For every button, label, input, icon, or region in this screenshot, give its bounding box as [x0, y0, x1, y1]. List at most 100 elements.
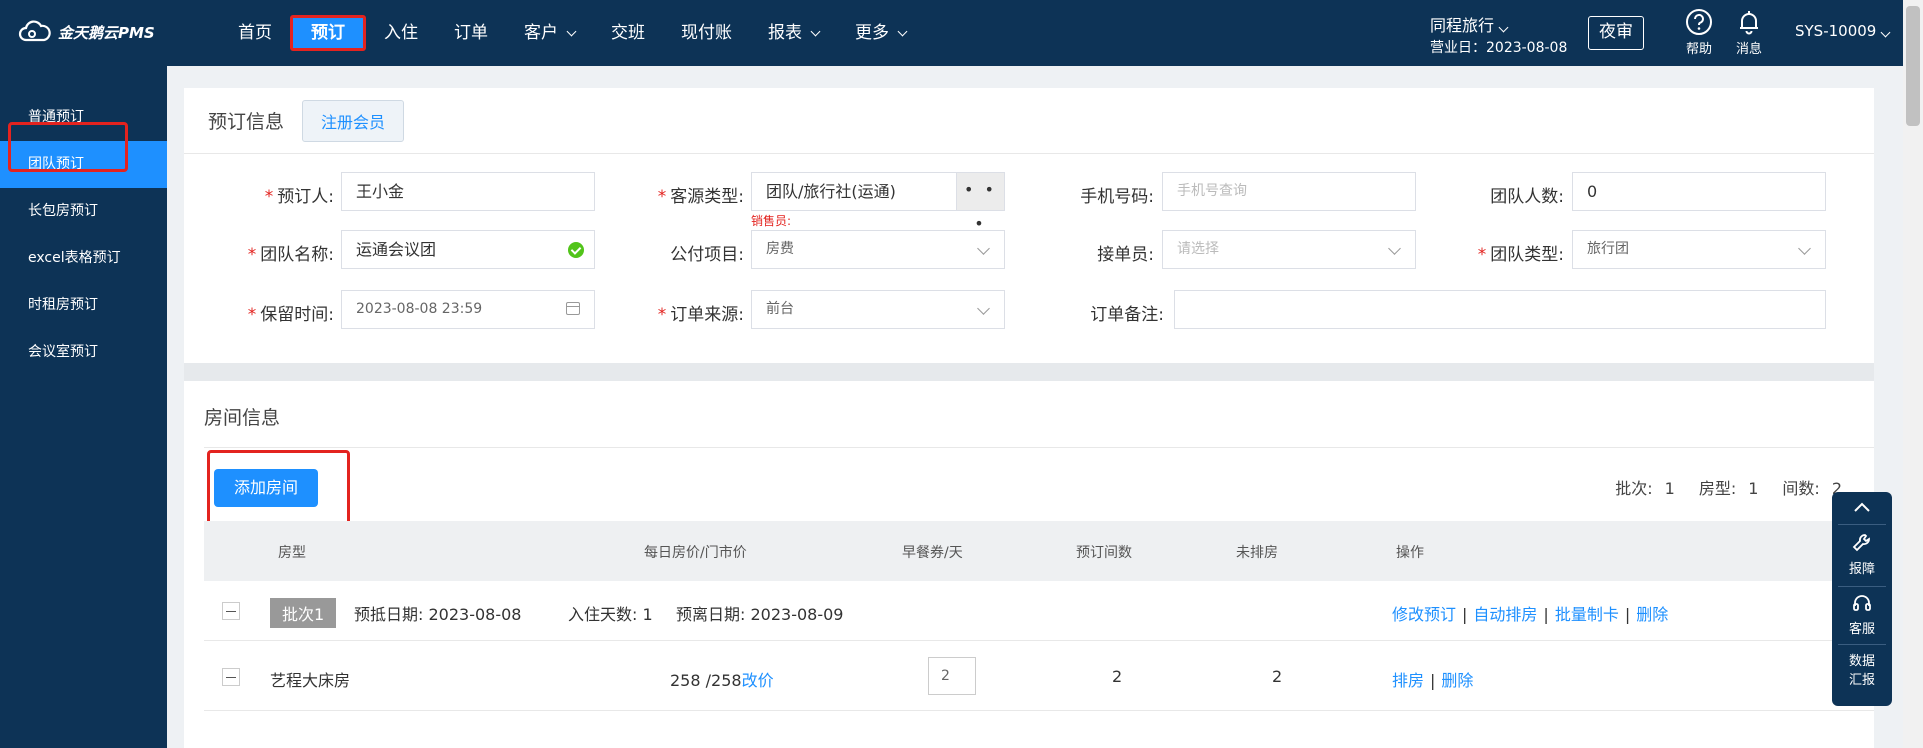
unassigned-count: 2: [1272, 667, 1283, 686]
change-price-link[interactable]: 改价: [742, 671, 774, 690]
app-logo[interactable]: 金天鹅云PMS: [18, 20, 155, 44]
nav-orders-label: 订单: [454, 23, 488, 43]
modify-booking-link[interactable]: 修改预订: [1392, 605, 1456, 624]
room-table-header: 房型 每日房价/门市价 早餐券/天 预订间数 未排房 操作: [204, 521, 1874, 581]
column-header-room-type: 房型: [278, 545, 306, 561]
source-type-label-text: 客源类型:: [670, 187, 744, 207]
main-nav: 首页 预订 入住 订单 客户 交班 现付账 报表 更多: [220, 0, 924, 66]
batch-stat: 批次: 1: [1615, 475, 1687, 499]
nav-cash-account-label: 现付账: [681, 23, 732, 43]
nav-booking[interactable]: 预订: [290, 15, 366, 51]
sidebar-item-long-stay-booking[interactable]: 长包房预订: [0, 188, 167, 235]
order-source-value: 前台: [766, 301, 794, 317]
booked-room-count: 2: [1112, 667, 1123, 686]
nav-more[interactable]: 更多: [837, 15, 924, 51]
hold-time-label: * 保留时间:: [247, 305, 334, 325]
receiver-select[interactable]: 请选择: [1162, 230, 1416, 269]
source-type-field[interactable]: 团队/旅行社(运通) • • •: [751, 172, 1005, 233]
hotel-selector[interactable]: 同程旅行: [1430, 12, 1509, 36]
column-header-unassigned: 未排房: [1236, 545, 1278, 561]
nav-customers[interactable]: 客户: [506, 15, 593, 51]
sales-label: 销售员:: [751, 214, 792, 228]
divider: [1838, 586, 1886, 587]
remark-input[interactable]: [1174, 290, 1826, 329]
chevron-up-icon: [1854, 502, 1870, 512]
order-source-label-text: 订单来源:: [670, 305, 744, 325]
sidebar-item-hourly-booking[interactable]: 时租房预订: [0, 282, 167, 329]
delete-room-link[interactable]: 删除: [1441, 671, 1473, 690]
scroll-top-button[interactable]: [1832, 500, 1892, 518]
stay-days: 入住天数: 1: [568, 605, 653, 624]
team-type-select[interactable]: 旅行团: [1572, 230, 1826, 269]
app-logo-text: 金天鹅云PMS: [58, 23, 155, 42]
sidebar-item-group-booking[interactable]: 团队预订: [0, 141, 167, 188]
auto-assign-link[interactable]: 自动排房: [1473, 605, 1537, 624]
nav-more-label: 更多: [855, 23, 889, 43]
column-header-booked-rooms: 预订间数: [1076, 545, 1132, 561]
sidebar: 普通预订 团队预订 长包房预订 excel表格预订 时租房预订 会议室预订: [0, 66, 167, 748]
collapse-icon[interactable]: [222, 602, 240, 620]
booking-info-panel: 预订信息 注册会员 * 预订人: 王小金 * 客源类型: 团队/旅行社(运通) • …: [184, 88, 1874, 363]
wrench-icon: [1852, 534, 1870, 552]
nav-reports-label: 报表: [768, 23, 802, 43]
floating-toolbar: 报障 客服 数据汇报: [1832, 492, 1892, 706]
register-member-button[interactable]: 注册会员: [302, 99, 405, 142]
team-size-input[interactable]: 0: [1572, 172, 1826, 211]
team-size-label: 团队人数:: [1490, 187, 1564, 207]
remark-label: 订单备注:: [1090, 305, 1164, 325]
nav-orders[interactable]: 订单: [436, 15, 506, 51]
chevron-down-icon: [977, 242, 990, 255]
room-type-stat-value: 1: [1748, 479, 1759, 498]
room-type-name: 艺程大床房: [270, 671, 351, 690]
report-issue-button[interactable]: 报障: [1832, 532, 1892, 577]
nav-reports[interactable]: 报表: [750, 15, 837, 51]
scrollbar-thumb[interactable]: [1906, 6, 1920, 126]
order-source-select[interactable]: 前台: [751, 290, 1005, 329]
booking-info-header: 预订信息 注册会员: [184, 88, 1874, 154]
report-issue-label: 报障: [1848, 562, 1875, 577]
assign-room-link[interactable]: 排房: [1392, 671, 1424, 690]
booker-label-text: 预订人:: [277, 187, 334, 207]
source-type-value: 团队/旅行社(运通): [766, 182, 896, 201]
divider: [1838, 644, 1886, 645]
source-type-label: * 客源类型:: [657, 187, 744, 207]
room-type-stat-label: 房型:: [1698, 479, 1737, 498]
night-audit-button[interactable]: 夜审: [1588, 16, 1644, 50]
hold-time-picker[interactable]: 2023-08-08 23:59: [341, 290, 595, 329]
nav-home[interactable]: 首页: [220, 15, 290, 51]
room-info-title: 房间信息: [204, 407, 281, 429]
departure-date: 预离日期: 2023-08-09: [676, 605, 844, 624]
booker-input[interactable]: 王小金: [341, 172, 595, 211]
customer-service-button[interactable]: 客服: [1832, 592, 1892, 637]
sidebar-item-excel-booking[interactable]: excel表格预订: [0, 235, 167, 282]
data-report-button[interactable]: 数据汇报: [1832, 652, 1892, 690]
batch-make-card-link[interactable]: 批量制卡: [1555, 605, 1619, 624]
messages-button[interactable]: 消息: [1729, 8, 1769, 57]
nav-cash-account[interactable]: 现付账: [663, 15, 750, 51]
room-type-stat: 房型: 1: [1699, 475, 1771, 499]
team-name-input[interactable]: 运通会议团: [341, 230, 595, 269]
payment-item-label: 公付项目:: [670, 245, 744, 265]
collapse-icon[interactable]: [222, 668, 240, 686]
nav-checkin[interactable]: 入住: [366, 15, 436, 51]
chevron-down-icon: [1388, 242, 1401, 255]
help-button[interactable]: 帮助: [1679, 8, 1719, 57]
team-type-label-text: 团队类型:: [1490, 245, 1564, 265]
payment-item-select[interactable]: 房费: [751, 230, 1005, 269]
more-options-button[interactable]: • • •: [956, 173, 1004, 233]
room-actions: 排房 | 删除: [1392, 671, 1474, 690]
delete-batch-link[interactable]: 删除: [1636, 605, 1668, 624]
cloud-logo-icon: [18, 20, 51, 42]
receiver-label: 接单员:: [1097, 245, 1154, 265]
add-room-button[interactable]: 添加房间: [214, 469, 318, 507]
sidebar-item-normal-booking[interactable]: 普通预订: [0, 94, 167, 141]
nav-shift[interactable]: 交班: [593, 15, 663, 51]
phone-search-input[interactable]: 手机号查询: [1162, 172, 1416, 211]
sidebar-item-meeting-room-booking[interactable]: 会议室预订: [0, 329, 167, 376]
user-menu[interactable]: SYS-10009: [1795, 22, 1891, 40]
order-source-label: * 订单来源:: [657, 305, 744, 325]
room-price-value: 258 /258: [670, 671, 742, 690]
chevron-down-icon: [897, 26, 908, 36]
nav-home-label: 首页: [238, 23, 272, 43]
breakfast-input[interactable]: 2: [928, 657, 976, 695]
